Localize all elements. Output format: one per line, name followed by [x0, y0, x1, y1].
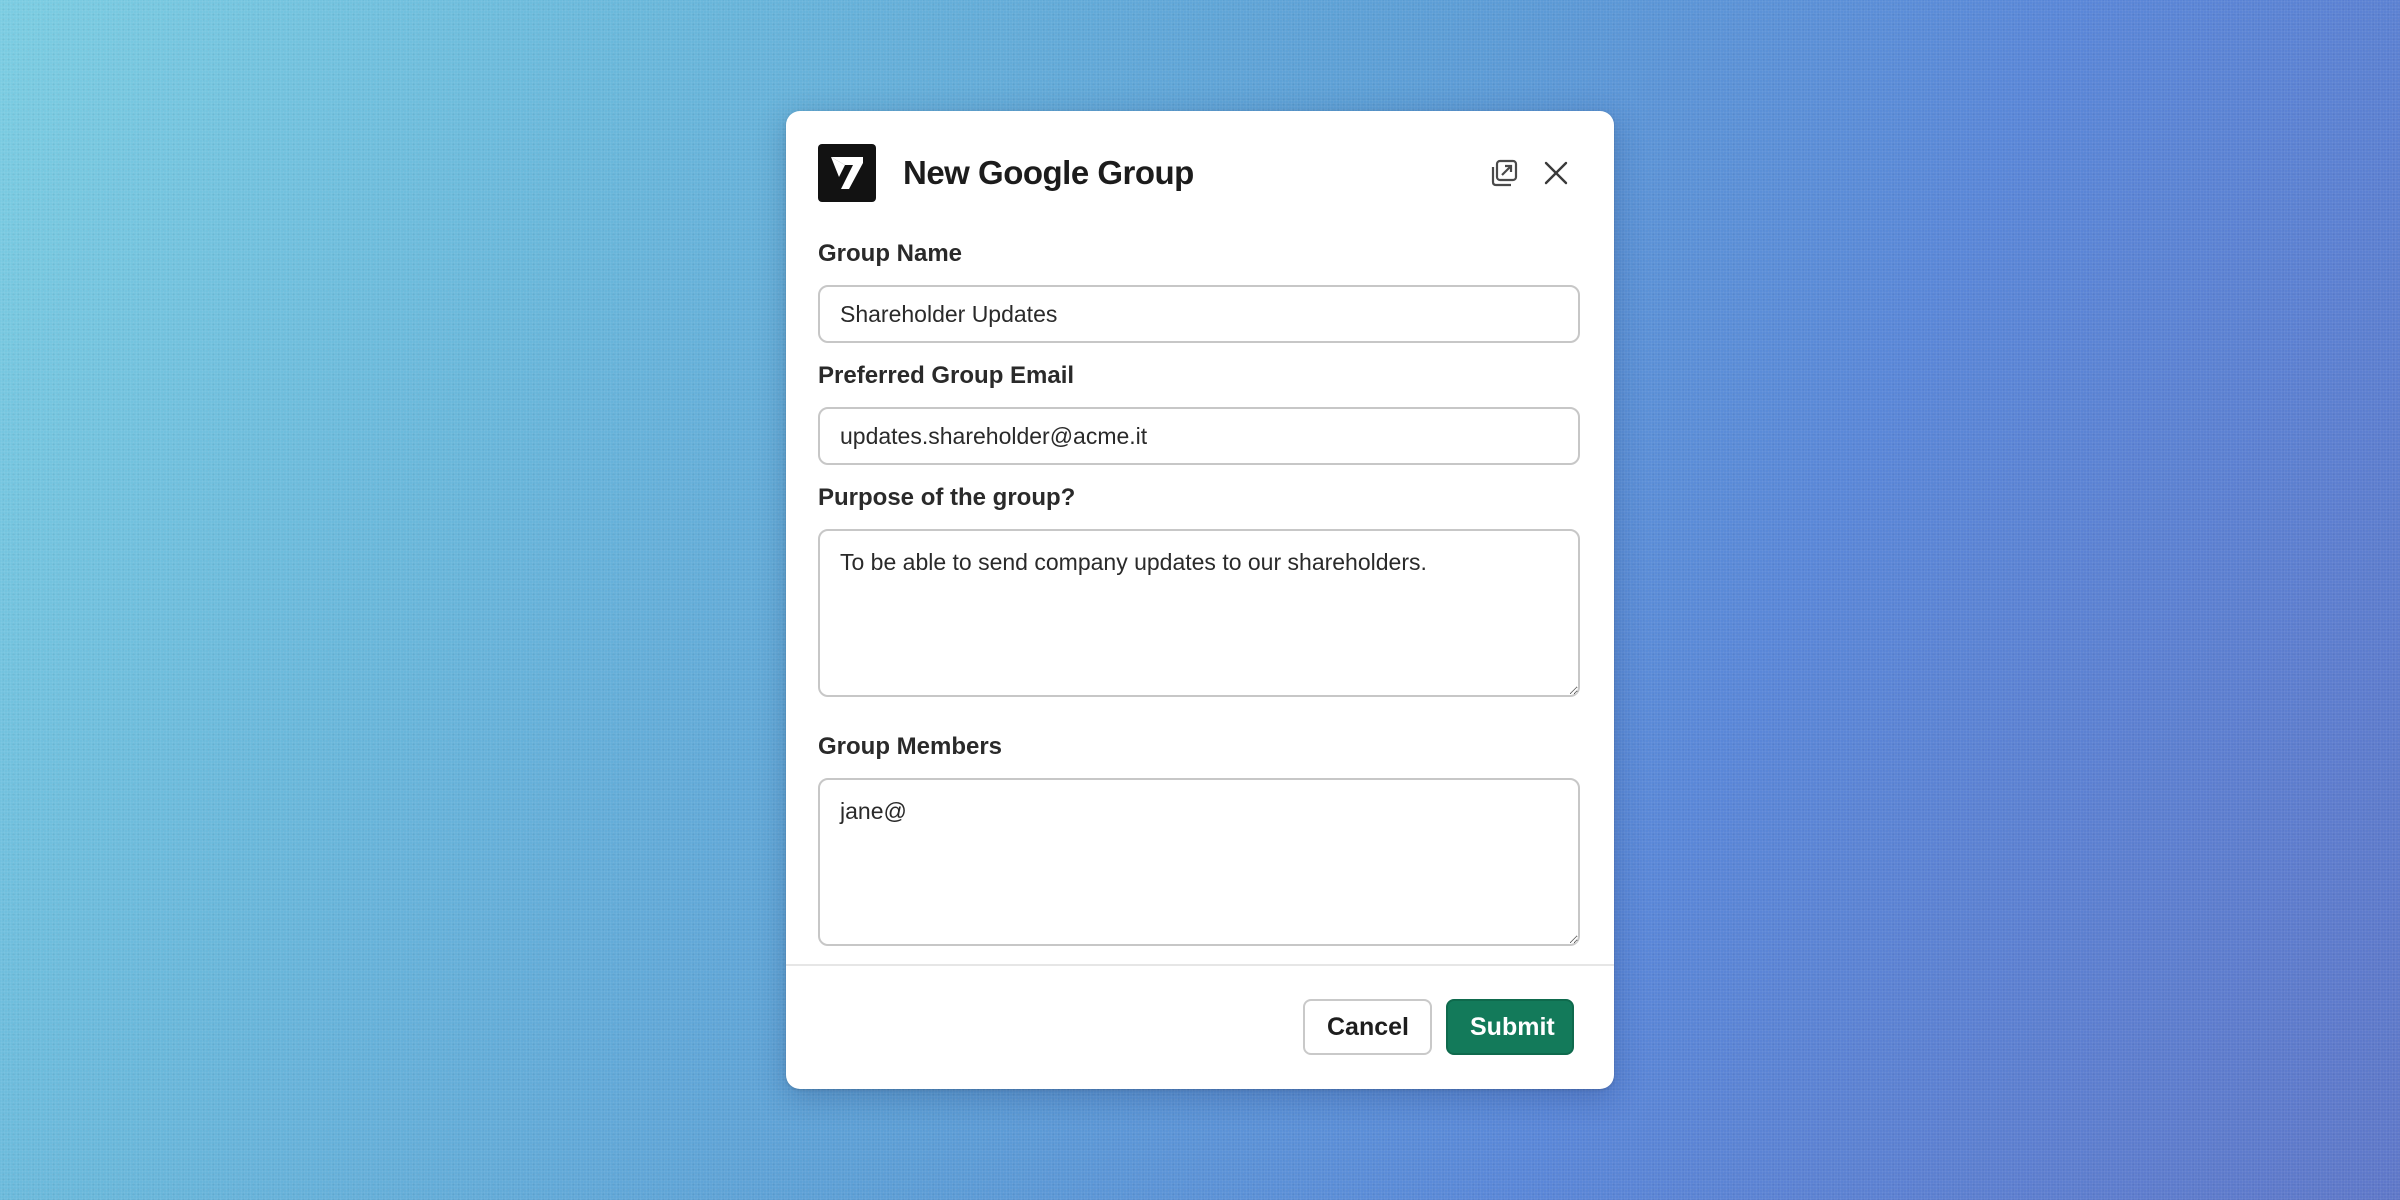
group-name-label: Group Name	[818, 240, 963, 267]
dialog-footer: Cancel Submit	[1303, 999, 1574, 1055]
open-in-new-window-icon[interactable]	[1488, 157, 1520, 189]
submit-button[interactable]: Submit	[1446, 999, 1574, 1055]
footer-divider	[786, 964, 1614, 966]
purpose-label: Purpose of the group?	[818, 484, 1076, 511]
group-email-label: Preferred Group Email	[818, 362, 1075, 389]
group-name-input[interactable]	[818, 285, 1580, 343]
group-members-textarea[interactable]: jane@	[818, 778, 1580, 946]
dialog-header: New Google Group	[818, 144, 1582, 202]
new-google-group-dialog: New Google Group Group Name Prefer	[786, 111, 1614, 1089]
purpose-textarea[interactable]: To be able to send company updates to ou…	[818, 529, 1580, 697]
header-actions	[1488, 157, 1572, 189]
dialog-body: Group Name Preferred Group Email Purpose…	[818, 239, 1582, 946]
cancel-button[interactable]: Cancel	[1303, 999, 1432, 1055]
app-logo-icon	[818, 144, 876, 202]
close-icon[interactable]	[1540, 157, 1572, 189]
dialog-title: New Google Group	[903, 154, 1194, 191]
group-email-input[interactable]	[818, 407, 1580, 465]
group-members-label: Group Members	[818, 733, 1003, 760]
